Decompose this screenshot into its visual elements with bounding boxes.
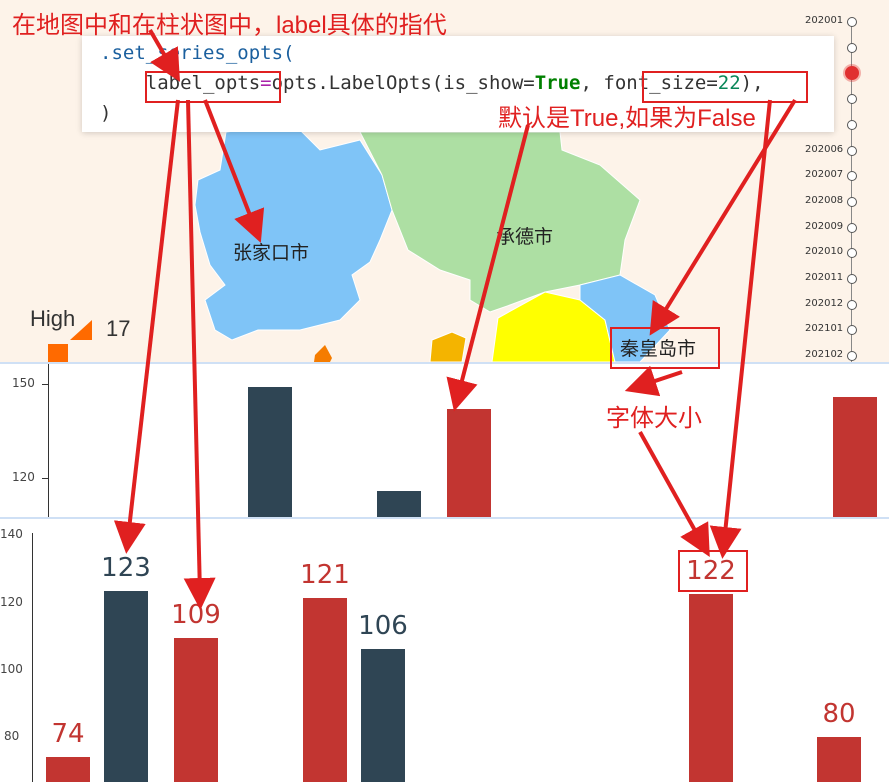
bar-value-label: 106 (358, 610, 408, 641)
annotation-title: 在地图中和在柱状图中，label具体的指代 (12, 12, 447, 39)
code-line-3: ) (100, 102, 111, 124)
bar-chart-top: 150 120 (0, 362, 889, 519)
bar-value-label: 121 (300, 559, 350, 590)
map-region-beijing[interactable] (429, 331, 467, 362)
y-tick-mark (42, 384, 48, 385)
annotation-default-note: 默认是True,如果为False (498, 105, 756, 132)
timeline-item-label[interactable]: 202012 (805, 298, 843, 309)
code-close-paren: ) (100, 102, 112, 124)
code-comma: , (580, 72, 604, 94)
timeline-point[interactable] (847, 196, 857, 207)
highlight-font-size (642, 71, 808, 103)
timeline-point[interactable] (847, 42, 857, 53)
timeline-point[interactable] (847, 145, 857, 156)
bar[interactable] (174, 638, 218, 782)
y-tick-label: 100 (0, 662, 23, 676)
bar[interactable] (833, 396, 877, 519)
map-region-zhangjiakou[interactable] (194, 127, 393, 341)
highlight-qinhuangdao (610, 327, 720, 369)
timeline-point[interactable] (847, 119, 857, 130)
map-label-chengde: 承德市 (496, 226, 554, 248)
bar[interactable] (377, 490, 421, 519)
timeline-point[interactable] (847, 222, 857, 233)
bar[interactable] (361, 648, 405, 782)
timeline-point[interactable] (847, 274, 857, 284)
y-tick-label: 150 (12, 376, 35, 390)
code-true: True (534, 72, 581, 94)
timeline-item-label[interactable]: 202006 (805, 144, 843, 155)
timeline-item-label[interactable]: 202009 (805, 221, 843, 232)
timeline-item-label[interactable]: 202010 (805, 246, 843, 257)
visualmap-max-value: 17 (106, 316, 131, 341)
bar[interactable] (447, 409, 491, 519)
y-tick-label: 120 (12, 470, 35, 484)
code-set-series-opts: .set_series_opts( (100, 42, 295, 64)
highlight-label-122 (678, 550, 748, 592)
bar[interactable] (303, 597, 347, 782)
bar-value-label: 74 (51, 719, 85, 750)
timeline-item-label[interactable]: 202011 (805, 272, 843, 283)
map-label-zhangjiakou: 张家口市 (233, 242, 310, 264)
visualmap-bar[interactable] (48, 344, 68, 362)
bar-chart-bottom: 140 120 100 80 74 109 121 122 80 123 106 (0, 517, 889, 782)
bar[interactable] (104, 590, 148, 782)
timeline-point[interactable] (847, 299, 857, 310)
bar-value-label: 80 (822, 699, 856, 729)
bar[interactable] (817, 737, 861, 782)
timeline-item-label[interactable]: 202102 (805, 349, 843, 360)
timeline-collapse-icon[interactable]: ⌃ (845, 0, 858, 11)
y-axis-top (48, 364, 49, 519)
y-tick-mark (42, 478, 48, 479)
annotation-font-size-note: 字体大小 (606, 405, 702, 432)
timeline-item-label[interactable]: 202008 (805, 195, 843, 206)
bar-value-label: 109 (171, 600, 221, 631)
bar[interactable] (248, 387, 292, 519)
timeline-point[interactable] (847, 17, 857, 27)
y-tick-label: 120 (0, 595, 23, 609)
y-tick-label: 140 (0, 527, 23, 541)
bar[interactable] (46, 757, 90, 782)
code-line-1: .set_series_opts( (100, 42, 294, 64)
visualmap-high-label: High (30, 306, 76, 331)
timeline-item-label[interactable]: 202101 (805, 323, 843, 334)
timeline-item-label[interactable]: 202007 (805, 169, 843, 180)
bar-value-label: 123 (101, 552, 151, 583)
bar[interactable] (689, 594, 733, 782)
map-region-fragment (314, 345, 332, 362)
highlight-label-opts (145, 71, 281, 103)
y-tick-label: 80 (4, 729, 20, 743)
code-labelopts-call: opts.LabelOpts(is_show= (271, 72, 535, 94)
timeline-item-label[interactable]: 202001 (805, 15, 843, 26)
